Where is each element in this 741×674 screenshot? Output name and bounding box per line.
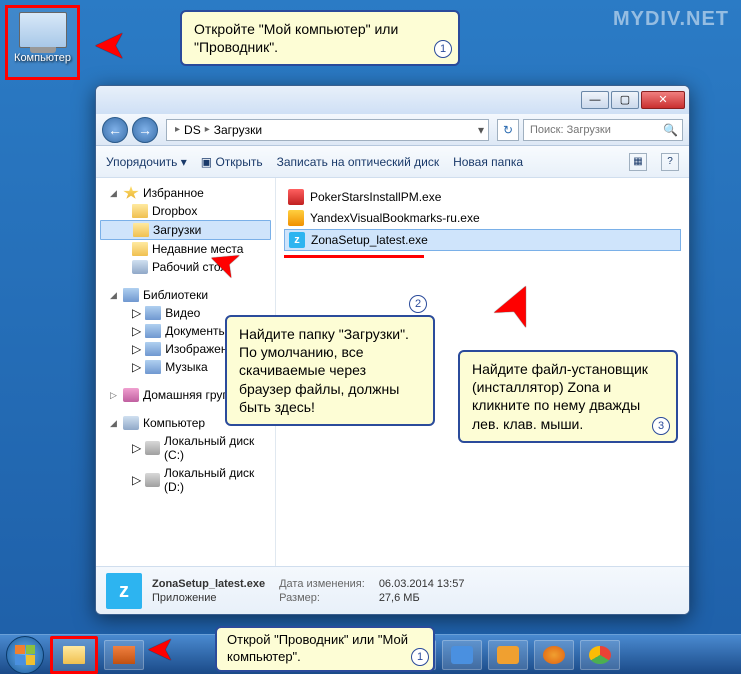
status-date-label: Дата изменения: xyxy=(279,578,365,590)
disk-icon xyxy=(145,473,160,487)
maximize-button[interactable]: ▢ xyxy=(611,91,639,109)
zona-icon: z xyxy=(289,232,305,248)
search-icon: 🔍 xyxy=(663,123,678,137)
computer-icon xyxy=(123,416,139,430)
red-underline-annotation xyxy=(284,253,424,258)
folder-icon xyxy=(132,242,148,256)
new-folder-button[interactable]: Новая папка xyxy=(453,155,523,169)
open-button[interactable]: ▣ Открыть xyxy=(201,155,263,169)
sidebar-item-diskc[interactable]: ▷Локальный диск (C:) xyxy=(96,432,275,464)
pictures-icon xyxy=(145,342,161,356)
homegroup-icon xyxy=(123,388,139,402)
breadcrumb[interactable]: Загрузки xyxy=(214,123,262,137)
toolbar: Упорядочить ▾ ▣ Открыть Записать на опти… xyxy=(96,146,689,178)
search-input[interactable] xyxy=(524,120,682,140)
file-row-selected[interactable]: zZonaSetup_latest.exe xyxy=(284,229,681,251)
callout-4: Открой "Проводник" или "Мой компьютер". … xyxy=(215,626,435,672)
sidebar-favorites[interactable]: ◢Избранное xyxy=(96,184,275,202)
file-thumbnail: z xyxy=(106,573,142,609)
callout-3: Найдите файл-установщик (инсталлятор) Zo… xyxy=(458,350,678,443)
chevron-down-icon[interactable]: ▾ xyxy=(478,123,484,137)
status-size-value: 27,6 МБ xyxy=(379,592,465,604)
sidebar-item-dropbox[interactable]: Dropbox xyxy=(96,202,275,220)
forward-button[interactable]: → xyxy=(132,117,158,143)
refresh-button[interactable]: ↻ xyxy=(497,119,519,141)
arrow-annotation: ➤ xyxy=(148,632,173,667)
callout-number: 1 xyxy=(411,648,429,666)
sidebar-item-desktop[interactable]: Рабочий стол xyxy=(96,258,275,276)
firefox-icon xyxy=(543,646,565,664)
search-box[interactable]: 🔍 xyxy=(523,119,683,141)
star-icon xyxy=(123,186,139,200)
documents-icon xyxy=(145,324,161,338)
video-icon xyxy=(145,306,161,320)
status-size-label: Размер: xyxy=(279,592,365,604)
taskbar-firefox-icon[interactable] xyxy=(534,640,574,670)
file-row[interactable]: PokerStarsInstallPM.exe xyxy=(284,187,681,207)
address-bar[interactable]: ▸ DS ▸ Загрузки ▾ xyxy=(166,119,489,141)
callout-number: 2 xyxy=(409,295,427,313)
help-button[interactable]: ? xyxy=(661,153,679,171)
taskbar-explorer-icon[interactable] xyxy=(50,636,98,674)
taskbar-chrome-icon[interactable] xyxy=(580,640,620,670)
breadcrumb[interactable]: DS xyxy=(184,123,201,137)
library-icon xyxy=(123,288,139,302)
taskbar-app-icon[interactable] xyxy=(104,640,144,670)
callout-number: 1 xyxy=(434,40,452,58)
windows-logo-icon xyxy=(15,645,35,665)
callout-number: 3 xyxy=(652,417,670,435)
app-icon xyxy=(451,646,473,664)
folder-icon xyxy=(63,646,85,664)
sidebar-item-recent[interactable]: Недавние места xyxy=(96,240,275,258)
callout-2: Найдите папку "Загрузки". По умолчанию, … xyxy=(225,315,435,426)
monitor-icon xyxy=(19,12,67,48)
close-button[interactable]: ✕ xyxy=(641,91,685,109)
burn-button[interactable]: Записать на оптический диск xyxy=(277,155,440,169)
desktop-computer-icon[interactable]: Компьютер xyxy=(5,5,80,80)
disk-icon xyxy=(145,441,160,455)
file-row[interactable]: YandexVisualBookmarks-ru.exe xyxy=(284,208,681,228)
callout-1: Откройте "Мой компьютер" или "Проводник"… xyxy=(180,10,460,66)
navbar: ← → ▸ DS ▸ Загрузки ▾ ↻ 🔍 xyxy=(96,114,689,146)
titlebar: — ▢ ✕ xyxy=(96,86,689,114)
folder-icon xyxy=(132,204,148,218)
mpc-icon xyxy=(113,646,135,664)
status-bar: z ZonaSetup_latest.exe Дата изменения: 0… xyxy=(96,566,689,614)
sidebar-item-diskd[interactable]: ▷Локальный диск (D:) xyxy=(96,464,275,496)
taskbar-app-icon[interactable] xyxy=(488,640,528,670)
organize-button[interactable]: Упорядочить ▾ xyxy=(106,155,187,169)
folder-icon xyxy=(133,223,149,237)
taskbar-app-icon[interactable] xyxy=(442,640,482,670)
app-icon xyxy=(288,189,304,205)
app-icon xyxy=(497,646,519,664)
sidebar-item-downloads[interactable]: Загрузки xyxy=(100,220,271,240)
back-button[interactable]: ← xyxy=(102,117,128,143)
desktop-icon-label: Компьютер xyxy=(8,52,77,64)
status-date-value: 06.03.2014 13:57 xyxy=(379,578,465,590)
watermark: MYDIV.NET xyxy=(613,8,729,31)
arrow-annotation: ➤ xyxy=(95,24,125,66)
view-button[interactable]: ▦ xyxy=(629,153,647,171)
minimize-button[interactable]: — xyxy=(581,91,609,109)
sidebar-libraries[interactable]: ◢Библиотеки xyxy=(96,286,275,304)
app-icon xyxy=(288,210,304,226)
chrome-icon xyxy=(589,646,611,664)
status-filename: ZonaSetup_latest.exe xyxy=(152,578,265,590)
music-icon xyxy=(145,360,161,374)
desktop-icon xyxy=(132,260,148,274)
status-filetype: Приложение xyxy=(152,592,265,604)
start-button[interactable] xyxy=(6,636,44,674)
